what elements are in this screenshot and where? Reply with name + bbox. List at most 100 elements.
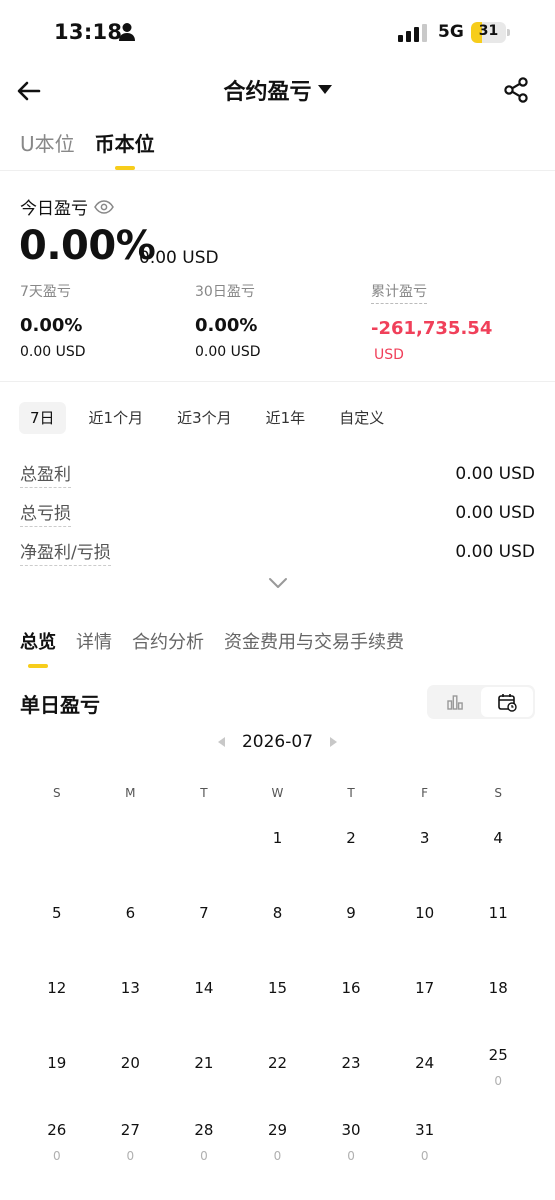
weekday-label: S bbox=[494, 786, 503, 800]
stat-label: 30日盈亏 bbox=[195, 284, 255, 300]
today-pnl-usd: 0.00 USD bbox=[139, 248, 219, 268]
eye-icon[interactable] bbox=[94, 199, 114, 214]
page-title-selector[interactable]: 合约盈亏 bbox=[0, 74, 555, 106]
weekday-label: T bbox=[200, 786, 208, 800]
calendar-day-number: 24 bbox=[415, 1053, 435, 1072]
calendar-day[interactable]: 22 bbox=[241, 1025, 315, 1100]
calendar-day-pnl: 0 bbox=[494, 1074, 503, 1089]
calendar-day[interactable]: 4 bbox=[461, 801, 535, 876]
summary-net-pnl: 净盈利/亏损 0.00 USD bbox=[20, 537, 535, 567]
calendar-view-button[interactable] bbox=[481, 687, 533, 717]
calendar-day-pnl: 0 bbox=[126, 1149, 135, 1164]
chevron-down-icon[interactable] bbox=[267, 576, 289, 590]
calendar-day[interactable]: 8 bbox=[241, 876, 315, 951]
stat-30d: 30日盈亏 0.00% 0.00 USD bbox=[195, 281, 365, 360]
previous-month-icon[interactable] bbox=[217, 737, 226, 747]
calendar-day-number: 28 bbox=[194, 1121, 214, 1140]
tab-funding-fees[interactable]: 资金费用与交易手续费 bbox=[224, 628, 404, 668]
calendar-day-pnl: 0 bbox=[200, 1149, 208, 1164]
summary-value: 0.00 USD bbox=[455, 542, 535, 562]
next-month-icon[interactable] bbox=[329, 737, 338, 747]
calendar-day-number: 18 bbox=[488, 978, 508, 997]
weekday-label: S bbox=[52, 786, 61, 800]
calendar-day[interactable]: 10 bbox=[388, 876, 462, 951]
person-icon bbox=[119, 23, 135, 41]
calendar-day-number: 5 bbox=[52, 904, 62, 923]
calendar-day-number: 12 bbox=[47, 978, 67, 997]
status-time: 13:18 bbox=[54, 20, 123, 44]
calendar-day[interactable]: 2 bbox=[314, 801, 388, 876]
calendar-day[interactable]: 29 0 bbox=[241, 1100, 315, 1175]
tab-label: 总览 bbox=[20, 632, 56, 653]
stat-label: 累计盈亏 bbox=[371, 281, 427, 304]
period-1y[interactable]: 近1年 bbox=[255, 402, 317, 434]
tab-label: 详情 bbox=[76, 632, 112, 653]
weekday-label: M bbox=[125, 786, 136, 800]
summary-label[interactable]: 总盈利 bbox=[20, 460, 71, 488]
calendar-day-number: 13 bbox=[120, 978, 140, 997]
calendar-day[interactable]: 9 bbox=[314, 876, 388, 951]
period-1m[interactable]: 近1个月 bbox=[78, 402, 155, 434]
page-title: 合约盈亏 bbox=[223, 80, 312, 105]
summary-total-loss: 总亏损 0.00 USD bbox=[20, 498, 535, 528]
calendar-day[interactable]: 25 0 bbox=[461, 1025, 535, 1100]
period-custom[interactable]: 自定义 bbox=[328, 402, 395, 434]
today-pnl-header: 今日盈亏 bbox=[20, 194, 114, 219]
calendar-day[interactable]: 14 bbox=[167, 951, 241, 1026]
calendar-day[interactable]: 31 0 bbox=[388, 1100, 462, 1175]
period-3m[interactable]: 近3个月 bbox=[166, 402, 243, 434]
calendar-day[interactable]: 27 0 bbox=[94, 1100, 168, 1175]
calendar-day[interactable]: 26 0 bbox=[20, 1100, 94, 1175]
calendar-day-number: 7 bbox=[199, 904, 209, 923]
tab-u-margined[interactable]: U本位 bbox=[20, 128, 75, 170]
calendar-day[interactable]: 21 bbox=[167, 1025, 241, 1100]
view-toggle bbox=[427, 685, 535, 719]
calendar-day[interactable]: 3 bbox=[388, 801, 462, 876]
calendar-day-number: 17 bbox=[415, 978, 435, 997]
month-label: 2026-07 bbox=[241, 732, 314, 752]
weekday-header: SMTWTFS bbox=[20, 786, 535, 800]
calendar-day-number: 15 bbox=[267, 978, 288, 997]
calendar-day[interactable]: 5 bbox=[20, 876, 94, 951]
daily-pnl-title: 单日盈亏 bbox=[20, 693, 100, 717]
calendar-day[interactable]: 17 bbox=[388, 951, 462, 1026]
calendar-day[interactable]: 13 bbox=[94, 951, 168, 1026]
calendar-empty-cell bbox=[94, 801, 168, 876]
calendar-day[interactable]: 23 bbox=[314, 1025, 388, 1100]
period-filter: 7日 近1个月 近3个月 近1年 自定义 bbox=[19, 402, 395, 434]
calendar-day[interactable]: 30 0 bbox=[314, 1100, 388, 1175]
share-icon[interactable] bbox=[502, 76, 530, 104]
stat-sub: 0.00 USD bbox=[195, 344, 261, 360]
calendar-day[interactable]: 19 bbox=[20, 1025, 94, 1100]
stat-value: 0.00% bbox=[20, 315, 83, 336]
calendar-day[interactable]: 11 bbox=[461, 876, 535, 951]
tab-contract-analysis[interactable]: 合约分析 bbox=[132, 628, 204, 668]
summary-label[interactable]: 总亏损 bbox=[20, 499, 71, 527]
tab-details[interactable]: 详情 bbox=[76, 628, 112, 668]
today-pnl-percent: 0.00% bbox=[19, 223, 156, 269]
calendar-day[interactable]: 24 bbox=[388, 1025, 462, 1100]
calendar-day[interactable]: 20 bbox=[94, 1025, 168, 1100]
stat-cumulative[interactable]: 累计盈亏 -261,735.54 USD bbox=[371, 281, 541, 363]
tab-overview[interactable]: 总览 bbox=[20, 628, 56, 668]
period-7d[interactable]: 7日 bbox=[19, 402, 66, 434]
divider bbox=[0, 170, 555, 171]
tab-coin-margined[interactable]: 币本位 bbox=[95, 128, 155, 170]
calendar-day[interactable]: 18 bbox=[461, 951, 535, 1026]
calendar-day[interactable]: 16 bbox=[314, 951, 388, 1026]
calendar-day[interactable]: 28 0 bbox=[167, 1100, 241, 1175]
calendar-day[interactable]: 6 bbox=[94, 876, 168, 951]
calendar-day[interactable]: 7 bbox=[167, 876, 241, 951]
bar-chart-view-button[interactable] bbox=[429, 687, 481, 717]
calendar-day[interactable]: 12 bbox=[20, 951, 94, 1026]
calendar-icon bbox=[498, 694, 517, 712]
signal-icon bbox=[398, 24, 427, 42]
calendar-day-number: 23 bbox=[341, 1053, 361, 1072]
calendar-day-number: 1 bbox=[272, 829, 283, 848]
calendar-day[interactable]: 15 bbox=[241, 951, 315, 1026]
network-label: 5G bbox=[438, 22, 464, 42]
calendar-day[interactable]: 1 bbox=[241, 801, 315, 876]
summary-label[interactable]: 净盈利/亏损 bbox=[20, 538, 111, 566]
tab-label: 合约分析 bbox=[132, 632, 204, 653]
calendar-day-number: 2 bbox=[346, 829, 356, 848]
